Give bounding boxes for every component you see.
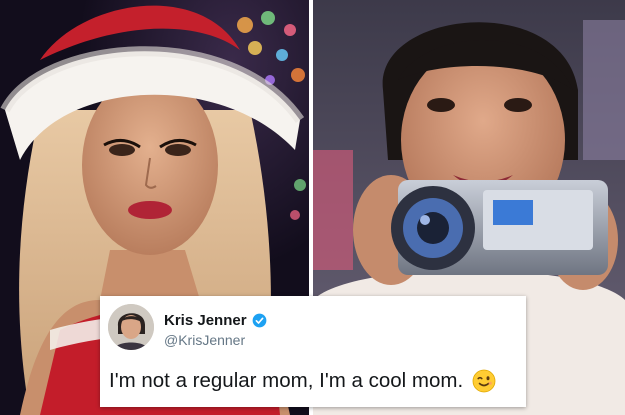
display-name[interactable]: Kris Jenner: [164, 312, 247, 329]
name-row: Kris Jenner: [164, 312, 267, 329]
verified-badge-icon: [252, 313, 267, 328]
avatar-portrait-icon: [108, 304, 154, 350]
wink-emoji-icon: [472, 369, 496, 393]
avatar[interactable]: [108, 304, 154, 350]
tweet-header: Kris Jenner @KrisJenner: [108, 304, 518, 358]
tweet-body: I'm not a regular mom, I'm a cool mom.: [109, 369, 496, 393]
tweet-card[interactable]: Kris Jenner @KrisJenner I'm not a regula…: [100, 296, 526, 407]
image-collage: Kris Jenner @KrisJenner I'm not a regula…: [0, 0, 625, 415]
user-handle[interactable]: @KrisJenner: [164, 332, 245, 348]
tweet-text: I'm not a regular mom, I'm a cool mom.: [109, 369, 464, 392]
